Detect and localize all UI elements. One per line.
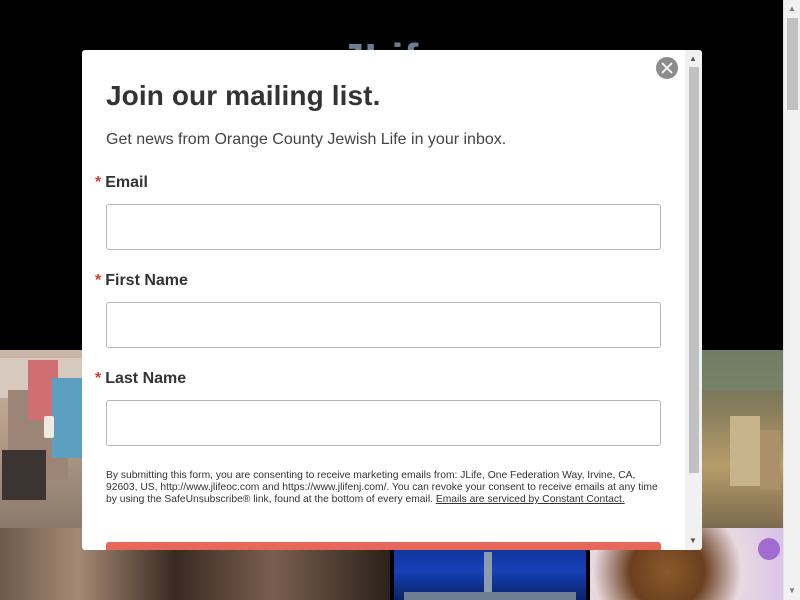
- consent-text: By submitting this form, you are consent…: [106, 470, 658, 505]
- sign-up-button[interactable]: [106, 542, 661, 550]
- last-name-label: * Last Name: [95, 370, 187, 387]
- first-name-field[interactable]: [106, 302, 661, 348]
- modal-scrollbar-thumb[interactable]: [689, 67, 699, 473]
- required-marker: *: [95, 370, 102, 387]
- mailing-list-modal: Join our mailing list. Get news from Ora…: [82, 50, 702, 550]
- modal-content: Join our mailing list. Get news from Ora…: [82, 50, 685, 550]
- required-marker: *: [95, 272, 102, 289]
- photo-painting-city[interactable]: [702, 350, 783, 528]
- scroll-down-arrow-icon[interactable]: ▼: [689, 536, 697, 546]
- close-button[interactable]: [655, 56, 679, 80]
- first-name-label: * First Name: [95, 272, 188, 289]
- modal-title: Join our mailing list.: [106, 80, 381, 111]
- page-scrollbar[interactable]: ▲ ▼: [783, 0, 800, 600]
- constant-contact-link[interactable]: Emails are serviced by Constant Contact.: [436, 494, 625, 505]
- close-icon: [661, 62, 673, 74]
- required-marker: *: [95, 174, 102, 191]
- scroll-up-arrow-icon[interactable]: ▲: [788, 4, 796, 14]
- last-name-field[interactable]: [106, 400, 661, 446]
- scroll-up-arrow-icon[interactable]: ▲: [689, 54, 697, 64]
- modal-scrollbar[interactable]: ▲ ▼: [685, 50, 702, 550]
- photo-building[interactable]: [0, 350, 82, 528]
- page-scrollbar-thumb[interactable]: [787, 18, 798, 110]
- scroll-down-arrow-icon[interactable]: ▼: [788, 586, 796, 596]
- email-label: * Email: [95, 174, 148, 191]
- modal-subtitle: Get news from Orange County Jewish Life …: [106, 131, 507, 148]
- email-field[interactable]: [106, 204, 661, 250]
